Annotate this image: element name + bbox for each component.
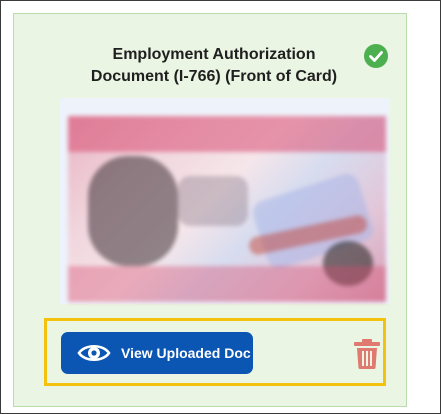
document-title: Employment Authorization Document (I-766… <box>84 44 344 88</box>
document-title-line-1: Employment Authorization <box>112 46 316 63</box>
view-uploaded-doc-label: View Uploaded Doc <box>121 345 251 361</box>
check-circle-icon <box>364 44 388 68</box>
eye-icon <box>77 344 111 362</box>
document-upload-card: Employment Authorization Document (I-766… <box>13 13 407 407</box>
outer-frame: Employment Authorization Document (I-766… <box>0 0 441 414</box>
document-preview <box>60 98 390 304</box>
view-uploaded-doc-button[interactable]: View Uploaded Doc <box>61 332 253 374</box>
document-actions: View Uploaded Doc <box>44 318 386 386</box>
trash-icon[interactable] <box>352 338 382 370</box>
document-image <box>68 116 386 302</box>
document-title-line-2: Document (I-766) (Front of Card) <box>90 68 338 85</box>
